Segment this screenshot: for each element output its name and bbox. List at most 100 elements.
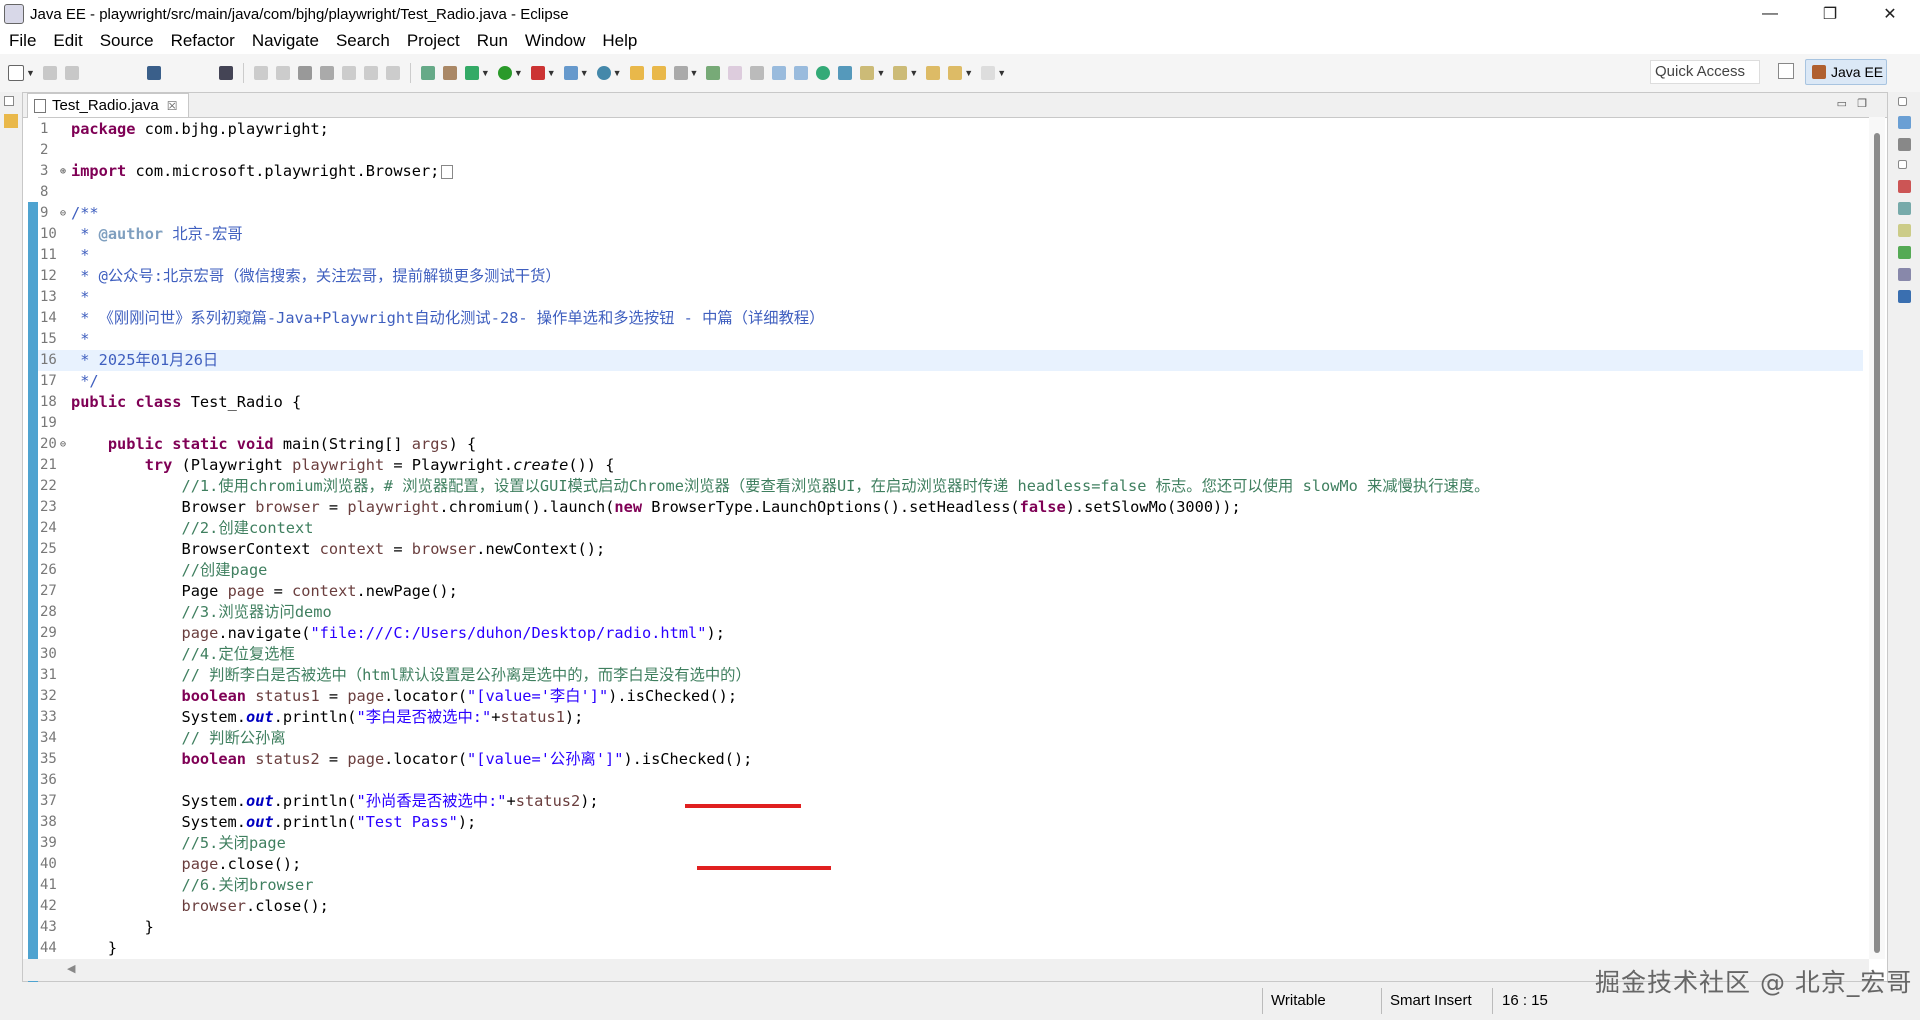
menu-navigate[interactable]: Navigate: [243, 31, 327, 51]
restore-panel-2-icon[interactable]: [1898, 160, 1907, 169]
fold-collapse-icon[interactable]: ⊖: [60, 203, 66, 224]
show-whitespace-icon[interactable]: [794, 66, 809, 80]
package-explorer-icon[interactable]: [4, 114, 18, 128]
new-dropdown-icon[interactable]: ▼: [26, 68, 35, 78]
resume-icon[interactable]: [253, 66, 268, 80]
markers-icon[interactable]: [1898, 180, 1911, 193]
code-line[interactable]: 41 //6.关闭browser: [23, 875, 1863, 896]
code-line[interactable]: 38 System.out.println("Test Pass");: [23, 812, 1863, 833]
close-button[interactable]: ✕: [1860, 0, 1920, 28]
new-java-dropdown-icon[interactable]: ▼: [613, 68, 622, 78]
server-icon[interactable]: [563, 66, 578, 80]
run-icon[interactable]: [497, 66, 512, 80]
menu-edit[interactable]: Edit: [44, 31, 90, 51]
menu-file[interactable]: File: [0, 31, 44, 51]
horizontal-scrollbar[interactable]: ◀: [23, 959, 1869, 981]
code-line[interactable]: 26 //创建page: [23, 560, 1863, 581]
code-line[interactable]: 18 public class Test_Radio {: [23, 392, 1863, 413]
menu-search[interactable]: Search: [327, 31, 398, 51]
code-line[interactable]: 42 browser.close();: [23, 896, 1863, 917]
code-line[interactable]: 33 System.out.println("李白是否被选中:"+status1…: [23, 707, 1863, 728]
code-line[interactable]: 37 System.out.println("孙尚香是否被选中:"+status…: [23, 791, 1863, 812]
code-line[interactable]: 8: [23, 182, 1863, 203]
step-into-icon[interactable]: [341, 66, 356, 80]
restore-view-icon[interactable]: [4, 96, 14, 106]
properties-icon[interactable]: [1898, 202, 1911, 215]
code-line[interactable]: 24 //2.创建context: [23, 518, 1863, 539]
data-source-icon[interactable]: [1898, 246, 1911, 259]
code-line[interactable]: 25 BrowserContext context = browser.newC…: [23, 539, 1863, 560]
code-line[interactable]: 20 ⊖ public static void main(String[] arg…: [23, 434, 1863, 455]
scrollbar-thumb[interactable]: [1874, 133, 1880, 953]
skip-breakpoints-icon[interactable]: [218, 66, 233, 80]
snippets-icon[interactable]: [1898, 268, 1911, 281]
coverage-icon[interactable]: [420, 66, 435, 80]
restore-panel-icon[interactable]: [1898, 97, 1907, 106]
new-java-class-icon[interactable]: [596, 66, 611, 80]
terminate-icon[interactable]: [297, 66, 312, 80]
next-annotation-icon[interactable]: [860, 66, 875, 80]
code-line[interactable]: 40 page.close();: [23, 854, 1863, 875]
menu-source[interactable]: Source: [91, 31, 162, 51]
search-icon[interactable]: [673, 66, 688, 80]
menu-help[interactable]: Help: [593, 31, 645, 51]
code-line[interactable]: 9 ⊖ /**: [23, 203, 1863, 224]
code-line[interactable]: 34 // 判断公孙离: [23, 728, 1863, 749]
step-return-icon[interactable]: [385, 66, 400, 80]
toggle-mark-icon[interactable]: [750, 66, 765, 80]
code-line[interactable]: 19: [23, 413, 1863, 434]
forward-dropdown-icon[interactable]: ▼: [997, 68, 1006, 78]
perspective-java-ee-button[interactable]: Java EE: [1805, 59, 1887, 85]
tab-close-icon[interactable]: ☒: [167, 99, 178, 113]
code-line[interactable]: 17 */: [23, 371, 1863, 392]
save-icon[interactable]: [42, 66, 57, 80]
code-line[interactable]: 27 Page page = context.newPage();: [23, 581, 1863, 602]
debug-icon[interactable]: [464, 66, 479, 80]
code-line[interactable]: 31 // 判断李白是否被选中（html默认设置是公孙离是选中的，而李白是没有选…: [23, 665, 1863, 686]
editor-tab-test-radio[interactable]: Test_Radio.java ☒: [27, 93, 189, 117]
external-tools-dropdown-icon[interactable]: ▼: [547, 68, 556, 78]
menu-run[interactable]: Run: [468, 31, 516, 51]
block-selection-icon[interactable]: [772, 66, 787, 80]
vertical-scrollbar[interactable]: [1869, 117, 1885, 959]
next-annotation-dropdown-icon[interactable]: ▼: [876, 68, 885, 78]
code-area[interactable]: 1 package com.bjhg.playwright; 2 3 ⊕ import c…: [23, 117, 1887, 983]
code-line[interactable]: 13 *: [23, 287, 1863, 308]
code-line[interactable]: 15 *: [23, 329, 1863, 350]
annotation-icon[interactable]: [706, 66, 721, 80]
disconnect-icon[interactable]: [319, 66, 334, 80]
globe-icon[interactable]: [816, 66, 831, 80]
servers-icon[interactable]: [1898, 224, 1911, 237]
fold-collapse-icon[interactable]: ⊖: [60, 434, 66, 455]
code-line[interactable]: 12 * @公众号:北京宏哥（微信搜索，关注宏哥，提前解锁更多测试干货）: [23, 266, 1863, 287]
code-line[interactable]: 22 //1.使用chromium浏览器，# 浏览器配置，设置以GUI模式启动C…: [23, 476, 1863, 497]
save-all-icon[interactable]: [64, 66, 79, 80]
code-line[interactable]: 2: [23, 140, 1863, 161]
menu-window[interactable]: Window: [516, 31, 593, 51]
editor-minimize-icon[interactable]: ▭: [1837, 97, 1847, 110]
highlight-icon[interactable]: [728, 66, 743, 80]
open-folder-icon[interactable]: [651, 66, 666, 80]
code-line[interactable]: 11 *: [23, 245, 1863, 266]
menu-refactor[interactable]: Refactor: [162, 31, 243, 51]
quick-access-input[interactable]: Quick Access: [1650, 60, 1760, 84]
code-line[interactable]: 14 * 《刚刚问世》系列初窥篇-Java+Playwright自动化测试-28…: [23, 308, 1863, 329]
code-line[interactable]: 36: [23, 770, 1863, 791]
code-line[interactable]: 16 * 2025年01月26日: [38, 350, 1863, 371]
last-edit-icon[interactable]: [926, 66, 941, 80]
open-perspective-icon[interactable]: [1778, 63, 1794, 79]
code-line[interactable]: 30 //4.定位复选框: [23, 644, 1863, 665]
code-line[interactable]: 35 boolean status2 = page.locator("[valu…: [23, 749, 1863, 770]
minimize-button[interactable]: —: [1740, 0, 1800, 28]
prev-annotation-dropdown-icon[interactable]: ▼: [909, 68, 918, 78]
restore-button[interactable]: ❐: [1800, 0, 1860, 28]
code-line[interactable]: 29 page.navigate("file:///C:/Users/duhon…: [23, 623, 1863, 644]
server-dropdown-icon[interactable]: ▼: [580, 68, 589, 78]
back-dropdown-icon[interactable]: ▼: [964, 68, 973, 78]
code-line[interactable]: 39 //5.关闭page: [23, 833, 1863, 854]
outline-icon[interactable]: [1898, 116, 1911, 129]
web-browser-icon[interactable]: [838, 66, 853, 80]
external-tools-icon[interactable]: [530, 66, 545, 80]
console-icon[interactable]: [1898, 290, 1911, 303]
suspend-icon[interactable]: [275, 66, 290, 80]
